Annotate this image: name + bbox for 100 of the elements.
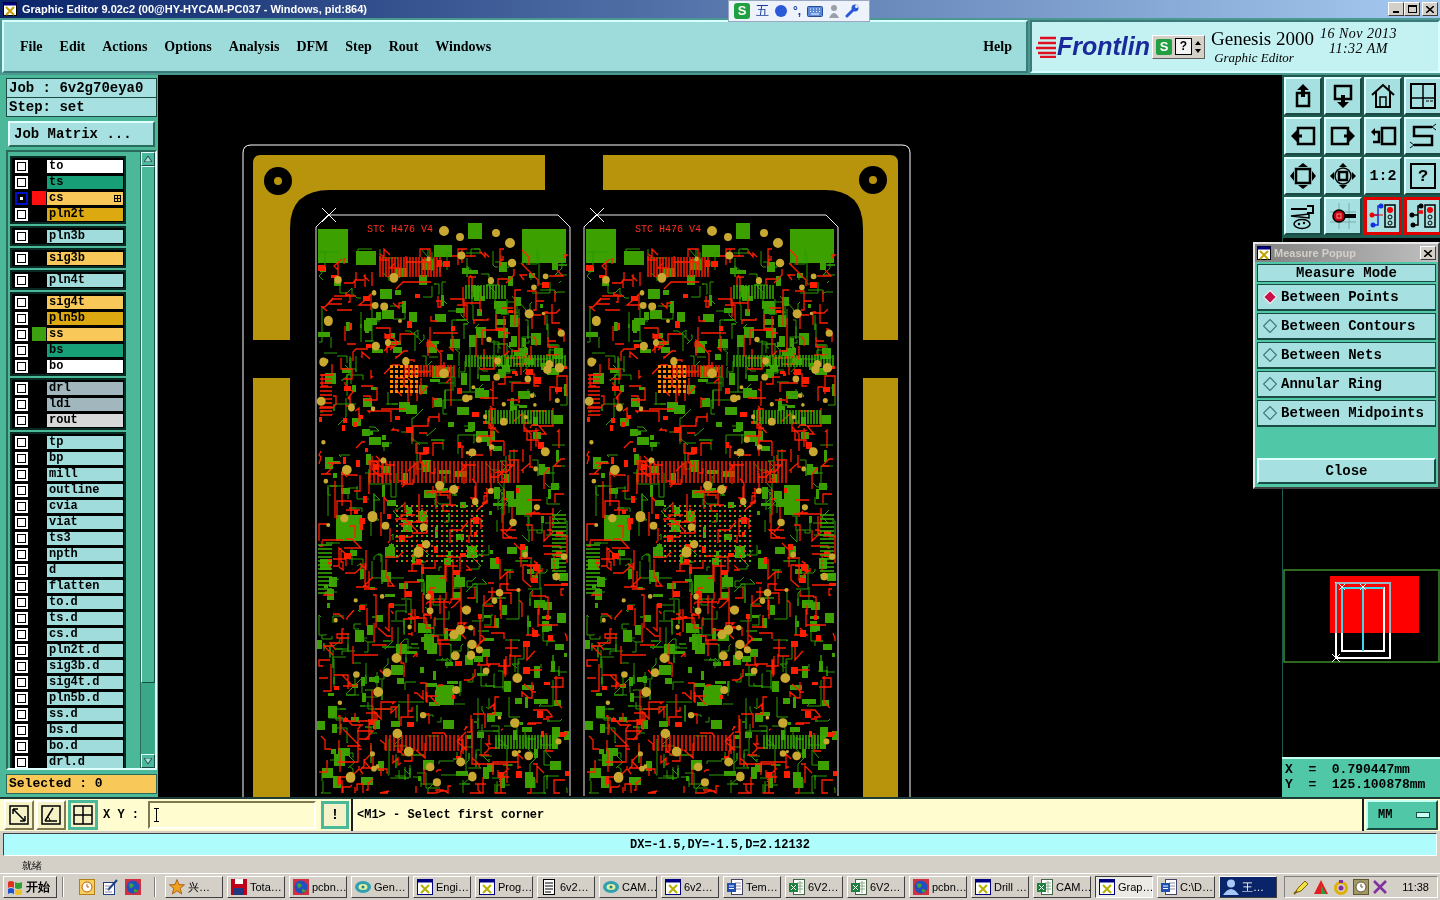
coordinate-input[interactable] <box>148 801 316 829</box>
start-button[interactable]: 开始 <box>3 876 57 898</box>
layer-name[interactable]: bo <box>46 358 124 374</box>
layer-name[interactable]: pln5b <box>46 310 124 326</box>
layer-name[interactable]: sig4t <box>46 294 124 310</box>
menu-item[interactable]: DFM <box>296 38 329 55</box>
layer-name[interactable]: cvia <box>46 498 124 514</box>
layer-name[interactable]: pln5b.d <box>46 690 124 706</box>
layer-name[interactable]: cs.d <box>46 626 124 642</box>
scroll-up-button[interactable] <box>141 152 155 166</box>
layer-name[interactable]: pln4t <box>46 272 124 288</box>
taskbar-button[interactable]: Engi… <box>413 876 471 898</box>
taskbar-button[interactable]: 兴… <box>165 876 223 898</box>
menu-item[interactable]: Step <box>345 38 372 55</box>
tool-button[interactable] <box>68 800 98 830</box>
layer-name[interactable]: drl.d <box>46 754 124 768</box>
layer-name[interactable]: bp <box>46 450 124 466</box>
mode-option[interactable]: Between Nets <box>1257 342 1436 369</box>
taskbar-button[interactable]: 6V2… <box>847 876 905 898</box>
layer-name[interactable]: ts3 <box>46 530 124 546</box>
layer-name[interactable]: bs <box>46 342 124 358</box>
layer-name[interactable]: to <box>46 158 124 174</box>
menu-item[interactable]: Actions <box>102 38 148 55</box>
menu-item[interactable]: Options <box>164 38 212 55</box>
layer-name[interactable]: outline <box>46 482 124 498</box>
wrench-icon[interactable] <box>845 4 860 18</box>
x-mark-icon[interactable] <box>1373 880 1387 894</box>
toolbar-button[interactable]: ? <box>1404 157 1440 195</box>
input-mode-toggle[interactable]: 五 <box>756 3 769 19</box>
layer-name[interactable]: ldi <box>46 396 124 412</box>
maximize-button[interactable] <box>1404 2 1420 16</box>
taskbar-button[interactable]: Tota… <box>227 876 285 898</box>
clock-icon[interactable] <box>1353 879 1369 895</box>
taskbar-button[interactable]: Drill … <box>971 876 1029 898</box>
taskbar-button[interactable]: pcbn… <box>909 876 967 898</box>
layer-name[interactable]: cs <box>46 190 124 206</box>
job-matrix-button[interactable]: Job Matrix ... <box>8 121 155 147</box>
taskbar-button[interactable]: CAM… <box>599 876 657 898</box>
notepad-pen-icon[interactable] <box>102 879 118 895</box>
mode-option[interactable]: Between Points <box>1257 284 1436 311</box>
menu-item[interactable]: Edit <box>59 38 86 55</box>
layer-name[interactable]: sig3b <box>46 250 124 266</box>
layer-name[interactable]: npth <box>46 546 124 562</box>
taskbar-button[interactable]: Prog… <box>475 876 533 898</box>
punctuation-toggle[interactable]: °, <box>793 3 802 19</box>
taskbar-button[interactable]: CAM… <box>1033 876 1091 898</box>
layer-name[interactable]: pln3b <box>46 228 124 244</box>
layer-name[interactable]: bs.d <box>46 722 124 738</box>
close-button[interactable] <box>1422 2 1438 16</box>
ring-icon[interactable] <box>1333 879 1349 895</box>
layer-name[interactable]: pln2t.d <box>46 642 124 658</box>
help-button[interactable]: ? <box>1175 38 1193 55</box>
menu-item[interactable]: File <box>20 38 43 55</box>
confirm-button[interactable]: ! <box>321 801 349 829</box>
layer-name[interactable]: ts <box>46 174 124 190</box>
layer-name[interactable]: ss <box>46 326 124 342</box>
layer-name[interactable]: viat <box>46 514 124 530</box>
units-dropdown[interactable]: MM <box>1366 800 1438 830</box>
taskbar-button[interactable]: Gen… <box>351 876 409 898</box>
layer-name[interactable]: flatten <box>46 578 124 594</box>
minimize-button[interactable] <box>1388 2 1404 16</box>
layer-name[interactable]: mill <box>46 466 124 482</box>
highlighter-icon[interactable] <box>1293 879 1309 895</box>
taskbar-button[interactable]: pcbn… <box>289 876 347 898</box>
taskbar-button[interactable]: 6v2… <box>661 876 719 898</box>
mode-option[interactable]: Annular Ring <box>1257 371 1436 398</box>
mode-option[interactable]: Between Contours <box>1257 313 1436 340</box>
menu-item[interactable]: Analysis <box>228 38 280 55</box>
mode-option[interactable]: Between Midpoints <box>1257 400 1436 427</box>
layer-name[interactable]: ss.d <box>46 706 124 722</box>
full-width-dot-icon[interactable] <box>775 5 787 17</box>
toolbar-button[interactable] <box>1404 197 1440 235</box>
taskbar-button[interactable]: Tem… <box>723 876 781 898</box>
scrollbar-thumb[interactable] <box>141 166 155 684</box>
taskbar-button[interactable]: C:\D… <box>1157 876 1215 898</box>
window-close-button[interactable] <box>1420 246 1436 260</box>
toolbar-button[interactable]: 1:2 <box>1364 157 1402 195</box>
layer-name[interactable]: to.d <box>46 594 124 610</box>
up-down-caret-icon[interactable] <box>1195 40 1202 53</box>
help-menu[interactable]: Help <box>983 38 1012 55</box>
taskbar-button[interactable]: 王… <box>1219 876 1277 898</box>
layer-name[interactable]: bo.d <box>46 738 124 754</box>
layer-name[interactable]: drl <box>46 380 124 396</box>
layer-checkbox[interactable] <box>15 191 28 205</box>
layer-name[interactable]: sig3b.d <box>46 658 124 674</box>
clock-icon[interactable] <box>79 879 95 895</box>
layer-name[interactable]: tp <box>46 434 124 450</box>
layer-name[interactable]: d <box>46 562 124 578</box>
layer-name[interactable]: ts.d <box>46 610 124 626</box>
taskbar-button[interactable]: 6v2… <box>537 876 595 898</box>
layer-name[interactable]: sig4t.d <box>46 674 124 690</box>
menu-item[interactable]: Rout <box>388 38 419 55</box>
triangle-icon[interactable] <box>1313 879 1329 895</box>
layer-name[interactable]: pln2t <box>46 206 124 222</box>
keyboard-icon[interactable] <box>807 5 824 17</box>
menu-item[interactable]: Windows <box>435 38 492 55</box>
scroll-down-button[interactable] <box>141 754 155 768</box>
taskbar-button[interactable]: Grap… <box>1095 876 1153 898</box>
close-button[interactable]: Close <box>1257 458 1436 484</box>
toolbar-button[interactable] <box>1364 197 1402 235</box>
